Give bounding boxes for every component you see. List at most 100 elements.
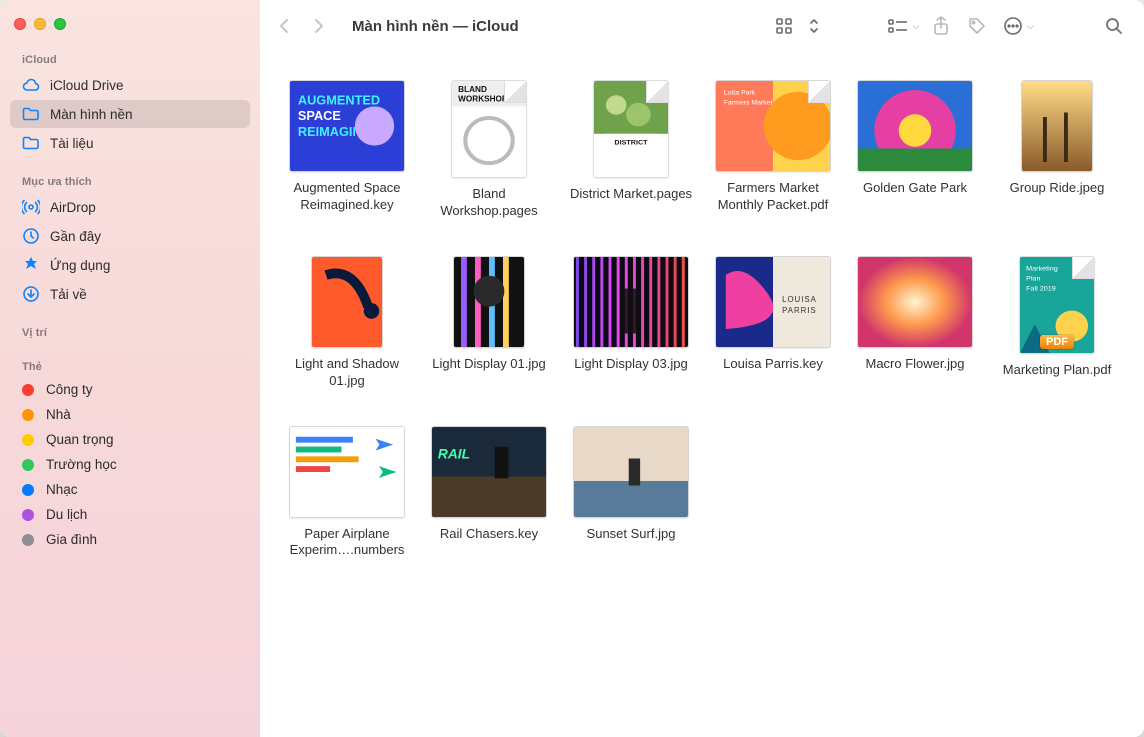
file-thumbnail bbox=[857, 80, 973, 172]
sidebar-item-apps[interactable]: Ứng dụng bbox=[10, 251, 250, 279]
app-icon bbox=[22, 256, 40, 274]
file-thumbnail: RAIL bbox=[431, 426, 547, 518]
airdrop-icon bbox=[22, 198, 40, 216]
sidebar-item-recents[interactable]: Gần đây bbox=[10, 222, 250, 250]
sidebar-item-label: iCloud Drive bbox=[50, 78, 124, 93]
tag-label: Công ty bbox=[46, 382, 93, 397]
file-name: Rail Chasers.key bbox=[440, 526, 538, 543]
tag-item[interactable]: Nhà bbox=[0, 402, 260, 427]
svg-text:DISTRICT: DISTRICT bbox=[614, 140, 648, 147]
svg-text:RAIL: RAIL bbox=[438, 446, 470, 461]
share-button[interactable] bbox=[927, 12, 955, 40]
file-name: Farmers Market Monthly Packet.pdf bbox=[706, 180, 840, 214]
file-item[interactable]: Golden Gate Park bbox=[848, 80, 982, 220]
sidebar-item-airdrop[interactable]: AirDrop bbox=[10, 193, 250, 221]
tag-item[interactable]: Gia đình bbox=[0, 527, 260, 552]
file-thumbnail bbox=[311, 256, 383, 348]
file-thumbnail: MarketingPlanFall 2019PDF bbox=[1019, 256, 1095, 354]
forward-button[interactable] bbox=[304, 12, 332, 40]
sidebar-item-label: Màn hình nền bbox=[50, 107, 133, 122]
tag-label: Du lịch bbox=[46, 507, 87, 522]
tag-label: Nhạc bbox=[46, 482, 78, 497]
tag-item[interactable]: Trường học bbox=[0, 452, 260, 477]
file-item[interactable]: LOUISAPARRISLouisa Parris.key bbox=[706, 256, 840, 390]
tag-item[interactable]: Nhạc bbox=[0, 477, 260, 502]
view-switcher[interactable] bbox=[770, 12, 828, 40]
tag-item[interactable]: Du lịch bbox=[0, 502, 260, 527]
minimize-button[interactable] bbox=[34, 18, 46, 30]
file-thumbnail: LOUISAPARRIS bbox=[715, 256, 831, 348]
file-name: Macro Flower.jpg bbox=[866, 356, 965, 373]
file-item[interactable]: Macro Flower.jpg bbox=[848, 256, 982, 390]
file-thumbnail: BLANDWORKSHOP bbox=[451, 80, 527, 178]
tag-color-dot bbox=[22, 484, 34, 496]
file-name: District Market.pages bbox=[570, 186, 692, 203]
tag-icon bbox=[963, 12, 991, 40]
file-item[interactable]: Paper Airplane Experim….numbers bbox=[280, 426, 414, 560]
file-item[interactable]: Light Display 01.jpg bbox=[422, 256, 556, 390]
file-item[interactable]: Lotta ParkFarmers MarketFarmers Market M… bbox=[706, 80, 840, 220]
zoom-button[interactable] bbox=[54, 18, 66, 30]
content-area: Màn hình nền — iCloud bbox=[260, 0, 1144, 737]
file-item[interactable]: Group Ride.jpeg bbox=[990, 80, 1124, 220]
sidebar-item-label: Tải về bbox=[50, 287, 87, 302]
sidebar-item-label: AirDrop bbox=[50, 200, 96, 215]
section-header: Mục ưa thích bbox=[0, 170, 260, 192]
more-button[interactable]: ⌵ bbox=[999, 12, 1034, 40]
share-icon bbox=[927, 12, 955, 40]
tag-item[interactable]: Công ty bbox=[0, 377, 260, 402]
view-chevron-icon bbox=[800, 12, 828, 40]
file-name: Golden Gate Park bbox=[863, 180, 967, 197]
svg-text:BLAND: BLAND bbox=[458, 85, 487, 94]
file-name: Augmented Space Reimagined.key bbox=[280, 180, 414, 214]
file-thumbnail bbox=[453, 256, 525, 348]
file-thumbnail bbox=[573, 426, 689, 518]
svg-text:Plan: Plan bbox=[1026, 275, 1040, 282]
icon-view-icon bbox=[770, 12, 798, 40]
tag-label: Trường học bbox=[46, 457, 117, 472]
sidebar-item-desktop[interactable]: Màn hình nền bbox=[10, 100, 250, 128]
nav-arrows bbox=[270, 12, 332, 40]
chevron-down-icon: ⌵ bbox=[912, 21, 919, 32]
file-name: Light Display 03.jpg bbox=[574, 356, 687, 373]
tag-color-dot bbox=[22, 409, 34, 421]
tag-color-dot bbox=[22, 534, 34, 546]
file-item[interactable]: DISTRICT District Market.pages bbox=[564, 80, 698, 220]
search-button[interactable] bbox=[1100, 12, 1128, 40]
pdf-badge: PDF bbox=[1040, 335, 1074, 349]
file-item[interactable]: Sunset Surf.jpg bbox=[564, 426, 698, 560]
tag-label: Nhà bbox=[46, 407, 71, 422]
window-controls bbox=[0, 10, 260, 48]
group-icon bbox=[884, 12, 912, 40]
file-item[interactable]: AUGMENTEDSPACEREIMAGINEDAugmented Space … bbox=[280, 80, 414, 220]
group-button[interactable]: ⌵ bbox=[884, 12, 919, 40]
file-thumbnail bbox=[1021, 80, 1093, 172]
file-thumbnail bbox=[573, 256, 689, 348]
sidebar-item-icloud-drive[interactable]: iCloud Drive bbox=[10, 71, 250, 99]
file-item[interactable]: Light and Shadow 01.jpg bbox=[280, 256, 414, 390]
file-name: Light and Shadow 01.jpg bbox=[280, 356, 414, 390]
finder-window: iCloudiCloud DriveMàn hình nềnTài liệuMụ… bbox=[0, 0, 1144, 737]
close-button[interactable] bbox=[14, 18, 26, 30]
file-item[interactable]: MarketingPlanFall 2019PDFMarketing Plan.… bbox=[990, 256, 1124, 390]
tag-item[interactable]: Quan trọng bbox=[0, 427, 260, 452]
sidebar-item-label: Ứng dụng bbox=[50, 258, 110, 273]
sidebar-item-label: Tài liệu bbox=[50, 136, 94, 151]
file-name: Bland Workshop.pages bbox=[422, 186, 556, 220]
chevron-down-icon: ⌵ bbox=[1027, 21, 1034, 32]
sidebar-item-documents[interactable]: Tài liệu bbox=[10, 129, 250, 157]
file-grid: AUGMENTEDSPACEREIMAGINEDAugmented Space … bbox=[280, 80, 1124, 559]
back-button[interactable] bbox=[270, 12, 298, 40]
clock-icon bbox=[22, 227, 40, 245]
file-item[interactable]: BLANDWORKSHOP Bland Workshop.pages bbox=[422, 80, 556, 220]
file-thumbnail bbox=[289, 426, 405, 518]
toolbar: Màn hình nền — iCloud bbox=[260, 0, 1144, 52]
file-item[interactable]: RAIL Rail Chasers.key bbox=[422, 426, 556, 560]
file-item[interactable]: Light Display 03.jpg bbox=[564, 256, 698, 390]
tag-color-dot bbox=[22, 459, 34, 471]
file-name: Paper Airplane Experim….numbers bbox=[280, 526, 414, 560]
file-thumbnail bbox=[857, 256, 973, 348]
svg-text:Marketing: Marketing bbox=[1026, 266, 1058, 273]
sidebar-item-downloads[interactable]: Tải về bbox=[10, 280, 250, 308]
tag-button[interactable] bbox=[963, 12, 991, 40]
